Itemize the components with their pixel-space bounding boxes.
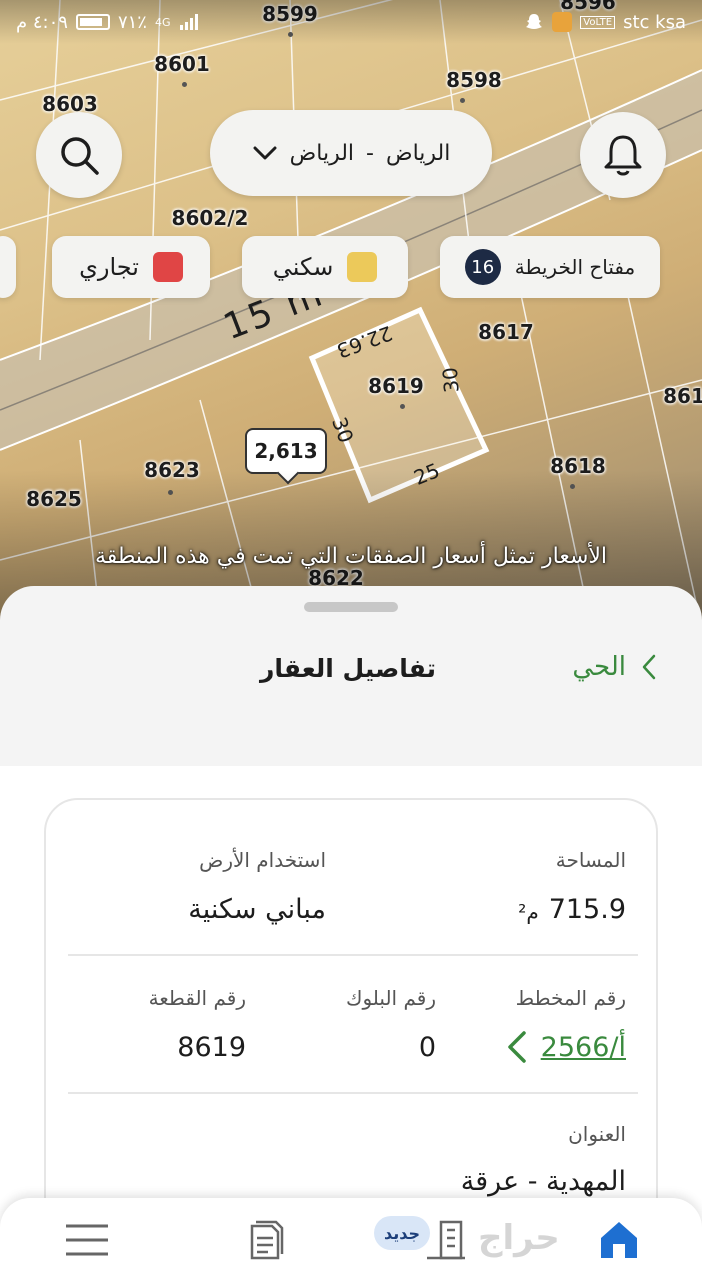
bottom-nav: حراج جديد (0, 1198, 702, 1280)
status-left: ٤:٠٩ م ٧١٪ 4G (16, 12, 201, 33)
dimension-label: 30 (437, 366, 464, 394)
parcel-dot (460, 98, 465, 103)
city-selector[interactable]: الرياض - الرياض (210, 110, 492, 196)
plan-value: 2566/أ (540, 1031, 626, 1063)
property-details-sheet: تفاصيل العقار الحي المساحة 715.9 م² استخ… (0, 586, 702, 1280)
parcel-label: 8598 (446, 68, 502, 92)
city-name: الرياض (385, 140, 451, 166)
chip-commercial-label: تجاري (79, 253, 139, 281)
nav-documents[interactable] (240, 1218, 290, 1262)
menu-icon (66, 1224, 108, 1256)
map-price-note: الأسعار تمثل أسعار الصفقات التي تمت في ه… (94, 544, 608, 569)
address-value: المهدية - عرقة (460, 1166, 626, 1197)
plan-link[interactable]: 2566/أ (507, 1030, 626, 1064)
region-name: الرياض (289, 140, 355, 166)
area-field: 715.9 م² (518, 894, 626, 925)
neighborhood-link[interactable]: الحي (572, 652, 656, 682)
city-separator: - (366, 140, 374, 166)
search-icon (61, 137, 99, 175)
haraj-watermark: حراج (478, 1218, 560, 1258)
drag-handle[interactable] (304, 602, 398, 612)
battery-icon (75, 14, 110, 30)
status-bar: ٤:٠٩ م ٧١٪ 4G VoLTE stc ksa (0, 0, 702, 44)
map-view[interactable]: 8599 8601 8598 8603 8602/2 8617 8619 862… (0, 0, 702, 620)
battery-level: ٧١٪ (117, 11, 147, 33)
network-type: 4G (154, 15, 171, 29)
chip-commercial[interactable]: تجاري (52, 236, 210, 298)
nav-home[interactable] (594, 1218, 644, 1262)
status-right: VoLTE stc ksa (524, 12, 686, 33)
parcel-label: 8601 (154, 52, 210, 76)
land-use-value: مباني سكنية (188, 894, 326, 925)
neighborhood-link-label: الحي (572, 652, 626, 682)
chevron-left-icon (507, 1031, 526, 1063)
address-label: العنوان (568, 1122, 626, 1146)
chip-residential[interactable]: سكني (242, 236, 408, 298)
home-icon (601, 1222, 637, 1258)
signal-icon (179, 14, 198, 30)
area-label: المساحة (555, 848, 626, 872)
commercial-swatch (152, 252, 183, 282)
price-marker[interactable]: 2,613 (245, 428, 327, 474)
sheet-header: تفاصيل العقار الحي (0, 640, 702, 710)
bell-icon (604, 135, 642, 176)
nav-menu[interactable] (62, 1218, 112, 1262)
divider (68, 1092, 638, 1094)
plot-label: رقم القطعة (148, 986, 246, 1010)
block-value: 0 (418, 1032, 436, 1063)
parcel-label: 861 (663, 384, 702, 408)
snapchat-icon (526, 14, 543, 29)
nav-buildings[interactable] (420, 1218, 470, 1262)
chip-partial[interactable] (0, 236, 16, 298)
parcel-label: 8602/2 (171, 206, 249, 230)
land-use-label: استخدام الأرض (199, 848, 326, 872)
notifications-button[interactable] (580, 112, 666, 198)
volte-indicator: VoLTE (580, 15, 616, 29)
chevron-left-icon (642, 654, 656, 680)
area-unit: م² (518, 900, 539, 924)
search-button[interactable] (36, 112, 122, 198)
block-label: رقم البلوك (345, 986, 436, 1010)
legend-count-badge: 16 (464, 249, 501, 285)
parcel-label: 8619 (368, 374, 424, 398)
divider (68, 954, 638, 956)
app-notification-icon (552, 12, 573, 32)
parcel-dot (400, 404, 405, 409)
property-card: المساحة 715.9 م² استخدام الأرض مباني سكن… (44, 798, 658, 1258)
parcel-label: 8617 (478, 320, 534, 344)
carrier-name: stc ksa (623, 11, 686, 33)
area-value: 715.9 (548, 894, 626, 925)
chip-legend-label: مفتاح الخريطة (514, 255, 636, 279)
parcel-dot (182, 82, 187, 87)
residential-swatch (347, 252, 378, 282)
building-icon (427, 1220, 465, 1260)
chip-residential-label: سكني (272, 253, 334, 281)
sheet-title: تفاصيل العقار (260, 654, 436, 683)
document-icon (250, 1220, 284, 1260)
plot-value: 8619 (177, 1032, 246, 1063)
clock: ٤:٠٩ م (16, 11, 68, 33)
chip-legend[interactable]: مفتاح الخريطة 16 (440, 236, 660, 298)
chevron-down-icon (253, 146, 277, 160)
plan-label: رقم المخطط (515, 986, 626, 1010)
